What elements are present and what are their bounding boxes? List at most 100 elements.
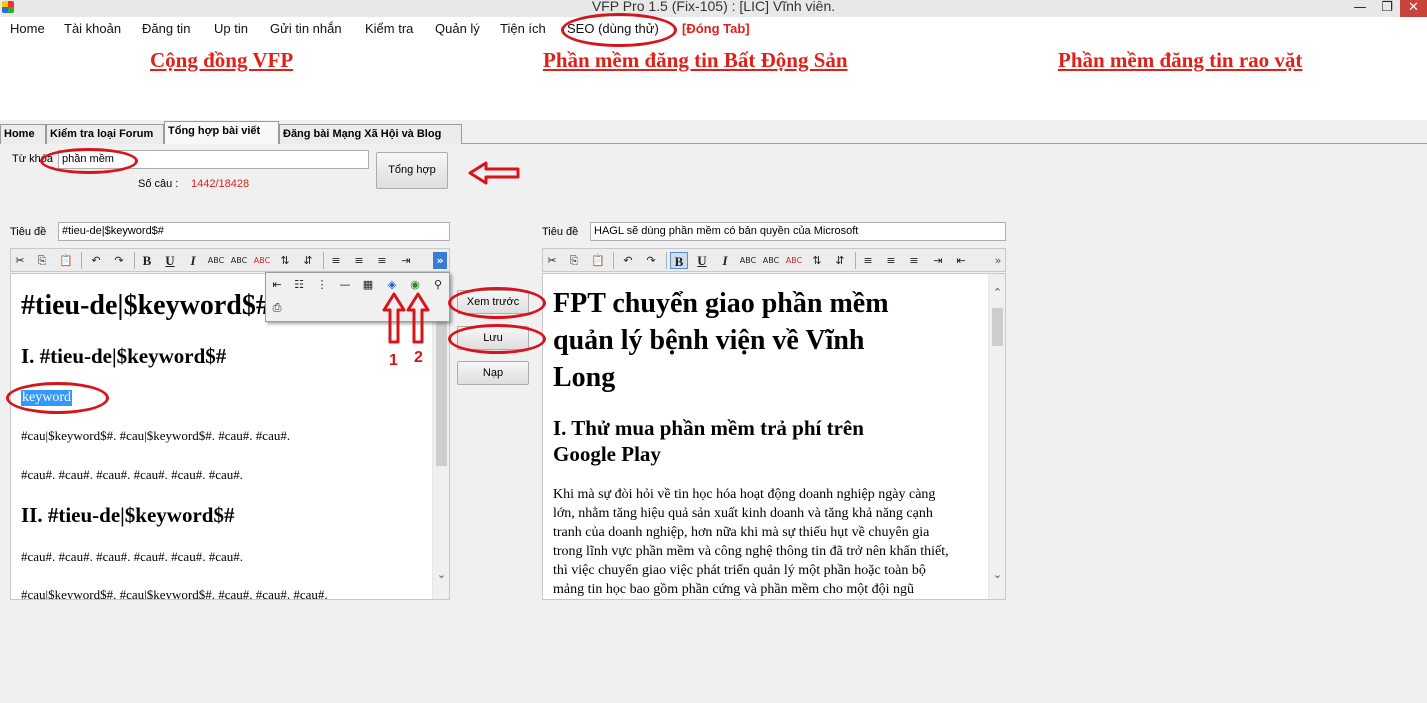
- save-highlight: [448, 324, 546, 354]
- up-arrow-icon-2: [406, 292, 430, 344]
- left-title-label: Tiêu đề: [10, 226, 47, 238]
- left-title-input[interactable]: #tieu-de|$keyword$#: [58, 222, 450, 241]
- menu-home[interactable]: Home: [10, 21, 45, 36]
- align-left-icon[interactable]: ≡: [327, 252, 345, 269]
- left-arrow-icon: [468, 161, 520, 185]
- align-left-icon[interactable]: ≡: [859, 252, 877, 269]
- subscript-icon[interactable]: ABC: [253, 252, 271, 269]
- align-right-icon[interactable]: ≡: [905, 252, 923, 269]
- tab-social-post[interactable]: Đăng bài Mạng Xã Hội và Blog: [279, 124, 462, 144]
- more-options-icon[interactable]: »: [989, 252, 1007, 269]
- community-link[interactable]: Cộng đồng VFP: [150, 48, 293, 73]
- copy-icon[interactable]: ⎘: [565, 252, 583, 269]
- menu-bar: Home Tài khoản Đăng tin Up tin Gửi tin n…: [0, 17, 1427, 44]
- undo-icon[interactable]: ↶: [619, 252, 637, 269]
- count-value: 1442/18428: [191, 178, 250, 190]
- menu-post[interactable]: Đăng tin: [142, 21, 190, 36]
- superscript-icon[interactable]: ABC: [762, 252, 780, 269]
- numbered-list-icon[interactable]: ⋮: [313, 276, 331, 293]
- align-center-icon[interactable]: ≡: [350, 252, 368, 269]
- paste-icon[interactable]: 📋: [589, 252, 607, 269]
- minimize-button[interactable]: —: [1346, 0, 1374, 17]
- indent-icon[interactable]: ⇥: [397, 252, 415, 269]
- sort-descending-icon[interactable]: ⇵: [831, 252, 849, 269]
- bullet-list-icon[interactable]: ☷: [290, 276, 308, 293]
- right-title-label: Tiêu đề: [542, 226, 579, 238]
- subscript-icon[interactable]: ABC: [785, 252, 803, 269]
- menu-manage[interactable]: Quản lý: [435, 21, 480, 36]
- real-estate-software-link[interactable]: Phần mềm đăng tin Bất Động Sản: [543, 48, 848, 73]
- bold-icon[interactable]: B: [138, 252, 156, 269]
- tab-forum-check[interactable]: Kiểm tra loại Forum: [46, 124, 164, 144]
- window-title: VFP Pro 1.5 (Fix-105) : [LIC] Vĩnh viễn.: [591, 0, 836, 14]
- strikethrough-icon[interactable]: ABC: [207, 252, 225, 269]
- sort-descending-icon[interactable]: ⇵: [299, 252, 317, 269]
- strikethrough-icon[interactable]: ABC: [739, 252, 757, 269]
- close-window-button[interactable]: ✕: [1400, 0, 1427, 17]
- menu-utility[interactable]: Tiện ích: [500, 21, 546, 36]
- bold-icon[interactable]: B: [670, 252, 688, 269]
- insert-image-icon[interactable]: ◉: [406, 276, 424, 293]
- redo-icon[interactable]: ↷: [642, 252, 660, 269]
- right-heading-2-line1: I. Thử mua phần mềm trả phí trên: [553, 416, 864, 440]
- paste-icon[interactable]: 📋: [57, 252, 75, 269]
- italic-icon[interactable]: I: [716, 252, 734, 269]
- superscript-icon[interactable]: ABC: [230, 252, 248, 269]
- sort-ascending-icon[interactable]: ⇅: [276, 252, 294, 269]
- menu-message[interactable]: Gửi tin nhắn: [270, 21, 342, 36]
- right-paragraph-line: lớn, nhằm tăng hiệu quả sản xuất kinh do…: [553, 506, 933, 521]
- right-title-input[interactable]: HAGL sẽ dùng phần mềm có bản quyền của M…: [590, 222, 1006, 241]
- italic-icon[interactable]: I: [184, 252, 202, 269]
- menu-account[interactable]: Tài khoản: [64, 21, 121, 36]
- left-paragraph-2: #cau#. #cau#. #cau#. #cau#. #cau#. #cau#…: [21, 467, 243, 482]
- right-editor-scrollbar[interactable]: ⌃ ⌄: [988, 274, 1005, 599]
- load-button[interactable]: Nạp: [457, 361, 529, 385]
- outdent-icon[interactable]: ⇤: [268, 276, 286, 293]
- tab-aggregate[interactable]: Tổng hợp bài viết: [164, 121, 279, 144]
- align-right-icon[interactable]: ≡: [373, 252, 391, 269]
- left-heading-2b: II. #tieu-de|$keyword$#: [21, 503, 235, 527]
- right-editor-toolbar: ✂ ⎘ 📋 ↶ ↷ B U I ABC ABC ABC ⇅ ⇵ ≡ ≡ ≡ ⇥ …: [542, 248, 1006, 272]
- table-icon[interactable]: ▦: [359, 276, 377, 293]
- redo-icon[interactable]: ↷: [110, 252, 128, 269]
- print-icon[interactable]: ⎙: [268, 299, 286, 316]
- tab-home[interactable]: Home: [0, 124, 46, 144]
- close-tab-link[interactable]: [Đóng Tab]: [682, 21, 750, 36]
- menu-up[interactable]: Up tin: [214, 21, 248, 36]
- underline-icon[interactable]: U: [161, 252, 179, 269]
- undo-icon[interactable]: ↶: [87, 252, 105, 269]
- seo-menu-highlight: [561, 13, 677, 47]
- outdent-icon[interactable]: ⇤: [952, 252, 970, 269]
- aggregate-button[interactable]: Tổng hợp: [376, 152, 448, 189]
- copy-icon[interactable]: ⎘: [33, 252, 51, 269]
- sort-ascending-icon[interactable]: ⇅: [808, 252, 826, 269]
- left-editor-scrollbar[interactable]: ⌄: [432, 274, 449, 599]
- right-paragraph-line: thì việc chuyển giao việc phát triển quả…: [553, 563, 926, 578]
- underline-icon[interactable]: U: [693, 252, 711, 269]
- scroll-down-icon[interactable]: ⌄: [433, 568, 449, 581]
- horizontal-rule-icon[interactable]: —: [336, 276, 354, 293]
- left-paragraph-3: #cau#. #cau#. #cau#. #cau#. #cau#. #cau#…: [21, 549, 243, 564]
- right-heading-1-line2: quản lý bệnh viện về Vĩnh: [553, 325, 865, 356]
- classifieds-software-link[interactable]: Phần mềm đăng tin rao vặt: [1058, 48, 1302, 73]
- scroll-down-icon[interactable]: ⌄: [989, 568, 1005, 581]
- maximize-button[interactable]: ❐: [1374, 0, 1400, 17]
- indent-icon[interactable]: ⇥: [929, 252, 947, 269]
- align-center-icon[interactable]: ≡: [882, 252, 900, 269]
- menu-check[interactable]: Kiểm tra: [365, 21, 413, 36]
- cut-icon[interactable]: ✂: [543, 252, 561, 269]
- scroll-up-icon[interactable]: ⌃: [989, 286, 1005, 299]
- right-heading-1-line1: FPT chuyển giao phần mềm: [553, 288, 889, 319]
- tab-strip: Home Kiểm tra loại Forum Tổng hợp bài vi…: [0, 120, 1427, 144]
- annotation-number-1: 1: [389, 352, 398, 369]
- more-options-icon[interactable]: »: [433, 252, 447, 269]
- right-paragraph-line: trong lĩnh vực phần mềm và công nghệ thô…: [553, 544, 949, 559]
- title-bar: VFP Pro 1.5 (Fix-105) : [LIC] Vĩnh viễn.…: [0, 0, 1427, 17]
- cut-icon[interactable]: ✂: [11, 252, 29, 269]
- find-icon[interactable]: ⚲: [429, 276, 447, 293]
- insert-link-icon[interactable]: ◈: [383, 276, 401, 293]
- toolbar-separator: [323, 252, 324, 269]
- right-editor[interactable]: FPT chuyển giao phần mềm quản lý bệnh vi…: [542, 273, 1006, 600]
- left-paragraph-1: #cau|$keyword$#. #cau|$keyword$#. #cau#.…: [21, 428, 291, 443]
- right-scroll-thumb[interactable]: [992, 308, 1003, 346]
